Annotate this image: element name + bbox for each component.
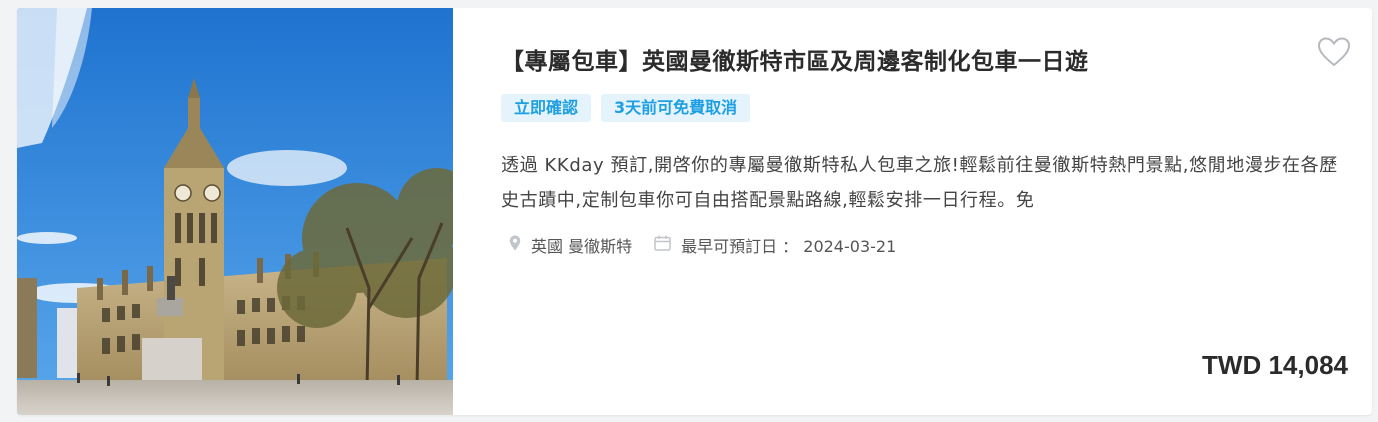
card-content: 【專屬包車】英國曼徹斯特市區及周邊客制化包車一日遊 立即確認 3天前可免費取消 …	[501, 8, 1351, 415]
product-meta: 英國 曼徹斯特 最早可預訂日 ： 2024-03-21	[509, 233, 896, 257]
tag-free-cancellation: 3天前可免費取消	[601, 94, 751, 122]
location-text: 英國 曼徹斯特	[531, 237, 633, 256]
heart-outline-icon[interactable]	[1317, 36, 1351, 68]
product-description: 透過 KKday 預訂,開啓你的專屬曼徹斯特私人包車之旅!輕鬆前往曼徹斯特熱門景…	[501, 155, 1338, 211]
product-card[interactable]: 【專屬包車】英國曼徹斯特市區及周邊客制化包車一日遊 立即確認 3天前可免費取消 …	[17, 8, 1372, 415]
earliest-date-text: 最早可預訂日 ： 2024-03-21	[681, 237, 897, 256]
tag-instant-confirm: 立即確認	[501, 94, 592, 122]
tag-list: 立即確認 3天前可免費取消	[501, 94, 751, 122]
calendar-icon	[654, 235, 671, 255]
product-image[interactable]	[17, 8, 453, 415]
product-title[interactable]: 【專屬包車】英國曼徹斯特市區及周邊客制化包車一日遊	[501, 42, 1089, 76]
manchester-town-hall-photo	[17, 8, 453, 415]
price-label: TWD 14,084	[1202, 350, 1348, 380]
map-pin-icon	[509, 235, 521, 255]
